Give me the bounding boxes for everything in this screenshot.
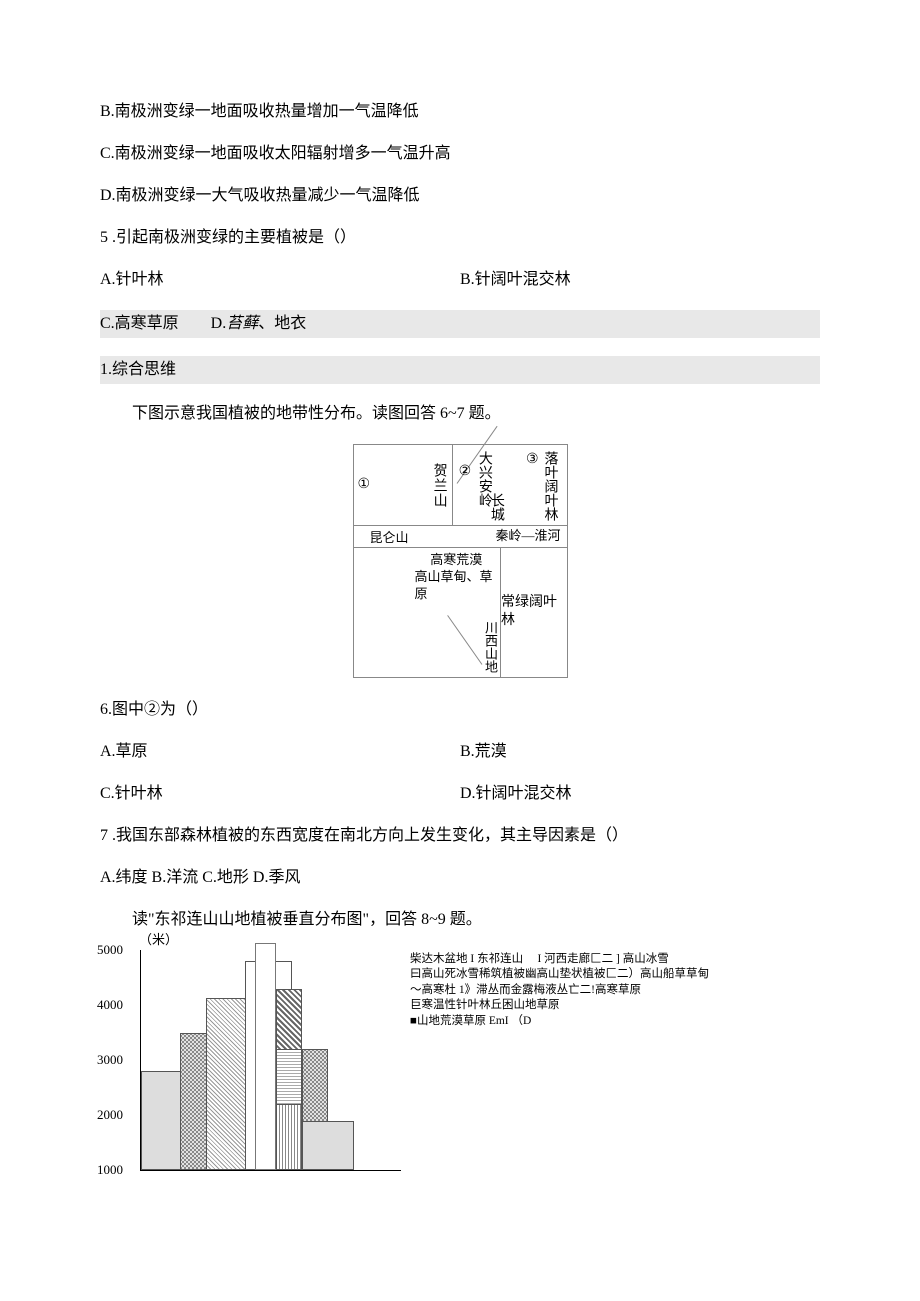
china-vegetation-map: ① 贺兰山 ② 大兴安岭 ③ 长城 落叶阔叶林 昆仑山 秦岭—淮河 高寒荒漠 [353,444,568,678]
qilian-profile-chart: （米） 1000 2000 3000 4000 5000 [100,950,400,1171]
q7-stem: 7 .我国东部森林植被的东西宽度在南北方向上发生变化，其主导因素是（） [100,824,820,848]
q6-option-c: C.针叶林 [100,782,460,806]
ytick-2000: 2000 [97,1105,123,1125]
qilian-figure-block: （米） 1000 2000 3000 4000 5000 [100,950,820,1171]
q6-stem: 6.图中②为（） [100,698,820,722]
legend-line-2: 曰高山死冰雪稀筑植被幽高山垫状植被匚二）高山船草草甸 [410,967,709,983]
map-chuanxi: 川西山地 [481,621,498,673]
q6-option-b: B.荒漠 [460,740,820,764]
legend-line-1: 柴达木盆地 I 东祁连山 I 河西走廊匚二 ] 高山冰雪 [410,952,709,968]
chart-ylabel: （米） [139,930,178,950]
q6-7-intro: 下图示意我国植被的地带性分布。读图回答 6~7 题。 [100,402,820,426]
map-changcheng: 长城 [487,493,505,521]
q4-option-b: B.南极洲变绿一地面吸收热量增加一气温降低 [100,100,820,124]
q5-stem: 5 .引起南极洲变绿的主要植被是（） [100,226,820,250]
map-num-2: ② [459,463,472,481]
map-changlv: 常绿阔叶林 [501,594,567,630]
q7-options: A.纬度 B.洋流 C.地形 D.季风 [100,866,820,890]
q4-option-d: D.南极洲变绿一大气吸收热量减少一气温降低 [100,184,820,208]
legend-line-3: ～高寒杜 1》滞丛而金露梅液丛亡二!高寒草原 [410,983,709,999]
q5-option-b: B.针阔叶混交林 [460,268,820,292]
qilian-legend: 柴达木盆地 I 东祁连山 I 河西走廊匚二 ] 高山冰雪 曰高山死冰雪稀筑植被幽… [410,950,709,1030]
map-gaohan: 高寒荒漠 [415,552,498,569]
map-num-3: ③ [526,451,539,469]
ytick-5000: 5000 [97,940,123,960]
q4-option-c: C.南极洲变绿一地面吸收太阳辐射增多一气温升高 [100,142,820,166]
q6-option-d: D.针阔叶混交林 [460,782,820,806]
map-luoye: 落叶阔叶林 [540,451,558,521]
q6-option-a: A.草原 [100,740,460,764]
map-helan: 贺兰山 [429,463,447,508]
legend-line-4: 巨寒温性针叶林丘困山地草原 [410,998,709,1014]
ytick-3000: 3000 [97,1050,123,1070]
q5-option-a: A.针叶林 [100,268,460,292]
ytick-4000: 4000 [97,995,123,1015]
map-gaoshancao: 高山草甸、草原 [415,569,498,603]
map-qinhuai: 秦岭—淮河 [495,528,560,543]
ytick-1000: 1000 [97,1160,123,1180]
map-kunlun: 昆仑山 [360,528,409,549]
q8-9-intro: 读"东祁连山山地植被垂直分布图"，回答 8~9 题。 [100,908,820,932]
map-num-1: ① [358,476,371,494]
q5-option-cd-highlight: C.高寒草原 D.苔藓、地衣 [100,310,820,338]
section-heading: 1.综合思维 [100,356,820,384]
legend-line-5: ■山地荒漠草原 EmI （D [410,1014,709,1030]
